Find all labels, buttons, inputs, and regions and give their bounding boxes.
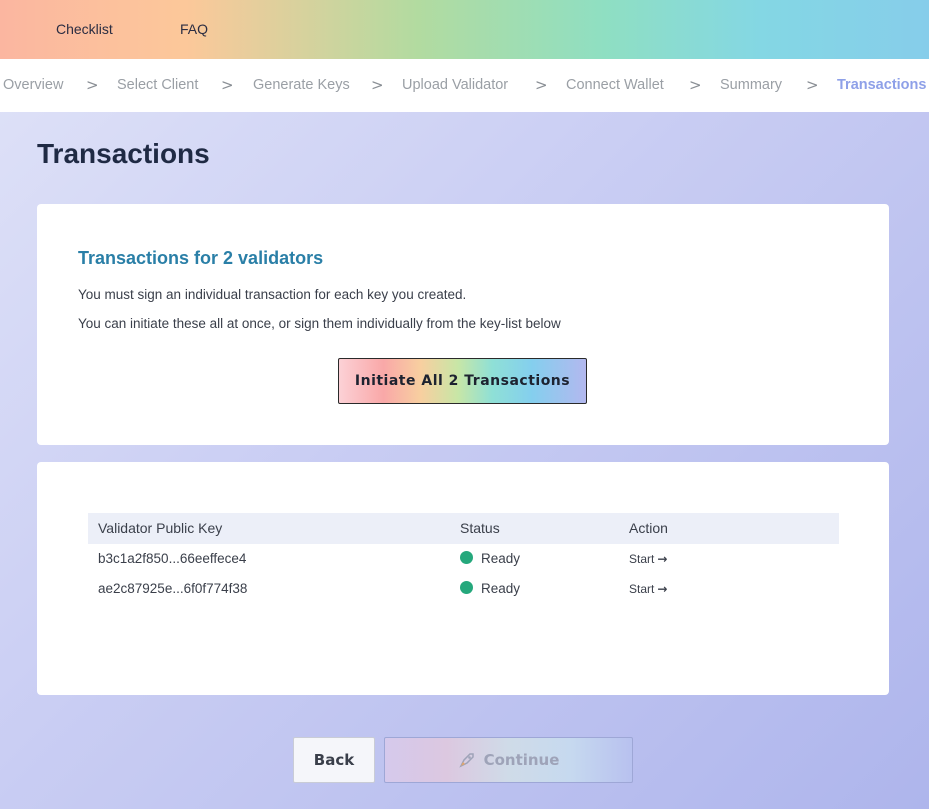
top-navigation-bar: Checklist FAQ [0,0,929,59]
page-title: Transactions [37,138,210,169]
chevron-right-icon: > [689,76,702,94]
arrow-right-icon: → [657,552,668,566]
step-select-client[interactable]: Select Client [117,77,198,93]
step-upload-validator[interactable]: Upload Validator [402,77,508,93]
step-transactions[interactable]: Transactions [837,77,926,93]
nav-link-checklist[interactable]: Checklist [56,21,113,37]
table-row: ae2c87925e...6f0f774f38 Ready Start → [88,575,839,605]
validator-keys-card: Validator Public Key Status Action b3c1a… [37,462,889,695]
table-header: Validator Public Key Status Action [88,513,839,544]
instruction-text: You must sign an individual transaction … [78,287,467,302]
status-dot-icon [460,551,473,564]
chevron-right-icon: > [221,76,234,94]
start-transaction-link[interactable]: Start → [629,552,667,566]
continue-button[interactable]: Continue [384,737,633,783]
nav-link-faq[interactable]: FAQ [180,21,208,37]
instruction-text: You can initiate these all at once, or s… [78,316,561,331]
back-button[interactable]: Back [293,737,375,783]
chevron-right-icon: > [806,76,819,94]
column-header-action: Action [629,520,668,536]
status-text: Ready [481,581,521,596]
step-connect-wallet[interactable]: Connect Wallet [566,77,664,93]
step-overview[interactable]: Overview [3,77,63,93]
start-label: Start [629,552,655,566]
chevron-right-icon: > [535,76,548,94]
chevron-right-icon: > [371,76,384,94]
step-summary[interactable]: Summary [720,77,782,93]
validator-public-key: b3c1a2f850...66eeffece4 [98,551,247,566]
step-generate-keys[interactable]: Generate Keys [253,77,350,93]
step-progress-bar: Overview > Select Client > Generate Keys… [0,59,929,112]
chevron-right-icon: > [86,76,99,94]
start-label: Start [629,582,655,596]
start-transaction-link[interactable]: Start → [629,582,667,596]
table-row: b3c1a2f850...66eeffece4 Ready Start → [88,545,839,575]
initiate-all-transactions-button[interactable]: Initiate All 2 Transactions [338,358,587,404]
column-header-status: Status [460,520,500,536]
status-text: Ready [481,551,521,566]
continue-label: Continue [483,751,560,769]
arrow-right-icon: → [657,582,668,596]
validator-public-key: ae2c87925e...6f0f774f38 [98,581,248,596]
transactions-intro-card: Transactions for 2 validators You must s… [37,204,889,445]
column-header-key: Validator Public Key [98,520,223,536]
status-dot-icon [460,581,473,594]
rocket-icon [458,753,474,768]
card-heading: Transactions for 2 validators [78,248,324,268]
